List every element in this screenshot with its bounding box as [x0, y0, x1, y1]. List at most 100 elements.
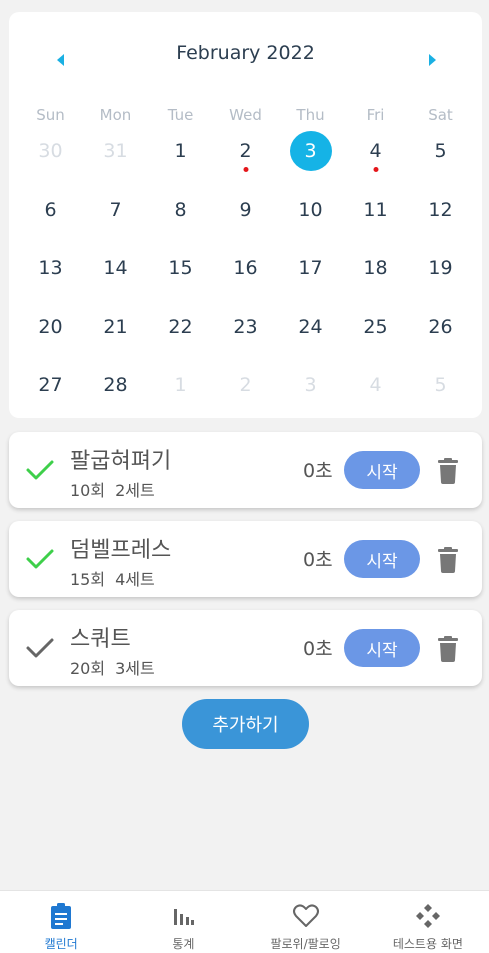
calendar-day-number: 3 [304, 140, 317, 163]
calendar-day-number: 17 [298, 257, 323, 280]
workout-name: 스쿼트 [70, 627, 131, 652]
calendar-day[interactable]: 8 [148, 181, 213, 240]
workout-meta: 20회 3세트 [70, 655, 155, 679]
calendar-day[interactable]: 15 [148, 239, 213, 298]
workout-name: 팔굽혀펴기 [70, 449, 172, 474]
trash-icon[interactable] [437, 547, 459, 573]
calendar-day-number: 18 [363, 257, 388, 280]
calendar-day-number: 15 [168, 257, 193, 280]
calendar-day-number: 3 [304, 374, 317, 397]
add-workout-button[interactable]: 추가하기 [182, 699, 309, 749]
nav-item-follow[interactable]: 팔로위/팔로잉 [245, 891, 367, 953]
calendar-day-number: 7 [109, 198, 122, 221]
nav-item-calendar[interactable]: 캘린더 [0, 891, 122, 953]
calendar-day-number: 4 [369, 140, 382, 163]
workout-card[interactable]: 덤벨프레스 15회 4세트 0초 시작 [9, 521, 482, 597]
workout-card[interactable]: 스쿼트 20회 3세트 0초 시작 [9, 610, 482, 686]
calendar-day[interactable]: 25 [343, 298, 408, 357]
calendar-day-number: 5 [434, 140, 447, 163]
diamond-cluster-icon [415, 904, 440, 928]
start-button[interactable]: 시작 [344, 629, 420, 667]
calendar-day-number: 6 [44, 198, 57, 221]
calendar-day[interactable]: 5 [408, 122, 473, 181]
workout-sets: 2세트 [115, 481, 155, 500]
calendar-day-number: 24 [298, 315, 323, 338]
calendar-day[interactable]: 30 [18, 122, 83, 181]
calendar-day[interactable]: 21 [83, 298, 148, 357]
trash-icon[interactable] [437, 458, 459, 484]
calendar-day[interactable]: 26 [408, 298, 473, 357]
calendar-day-number: 2 [239, 374, 252, 397]
calendar-day[interactable]: 13 [18, 239, 83, 298]
calendar-day[interactable]: 22 [148, 298, 213, 357]
event-dot-icon [243, 167, 248, 172]
month-title: February 2022 [176, 42, 315, 64]
calendar-day[interactable]: 2 [213, 356, 278, 415]
calendar-day[interactable]: 4 [343, 356, 408, 415]
calendar-day-number: 22 [168, 315, 193, 338]
nav-label: 통계 [172, 937, 195, 951]
calendar-day[interactable]: 2 [213, 122, 278, 181]
calendar-day-number: 27 [38, 374, 63, 397]
calendar-day-number: 4 [369, 374, 382, 397]
calendar-day-number: 9 [239, 198, 252, 221]
check-icon[interactable] [25, 547, 55, 571]
check-icon[interactable] [25, 458, 55, 482]
calendar-day[interactable]: 18 [343, 239, 408, 298]
calendar-day-number: 2 [239, 140, 252, 163]
check-icon[interactable] [25, 636, 55, 660]
workout-name: 덤벨프레스 [70, 538, 172, 563]
calendar-day-number: 16 [233, 257, 258, 280]
calendar-day[interactable]: 16 [213, 239, 278, 298]
calendar-day[interactable]: 12 [408, 181, 473, 240]
calendar-day[interactable]: 11 [343, 181, 408, 240]
workout-sets: 4세트 [115, 570, 155, 589]
bottom-nav: 캘린더 통계 팔로위/팔로잉 테스트용 화면 [0, 890, 489, 953]
calendar-day[interactable]: 7 [83, 181, 148, 240]
workout-meta: 10회 2세트 [70, 477, 155, 501]
calendar-day-selected[interactable]: 3 [278, 122, 343, 181]
calendar-day[interactable]: 28 [83, 356, 148, 415]
calendar-day-number: 8 [174, 198, 187, 221]
calendar-day[interactable]: 3 [278, 356, 343, 415]
calendar-day[interactable]: 24 [278, 298, 343, 357]
calendar-card: February 2022 Sun Mon Tue Wed Thu Fri Sa… [9, 12, 482, 418]
next-month-arrow-icon[interactable] [429, 54, 436, 66]
calendar-day-number: 10 [298, 198, 323, 221]
calendar-day[interactable]: 9 [213, 181, 278, 240]
calendar-day[interactable]: 6 [18, 181, 83, 240]
start-button[interactable]: 시작 [344, 451, 420, 489]
calendar-day[interactable]: 17 [278, 239, 343, 298]
workout-card[interactable]: 팔굽혀펴기 10회 2세트 0초 시작 [9, 432, 482, 508]
clipboard-icon [51, 903, 72, 929]
calendar-day[interactable]: 19 [408, 239, 473, 298]
calendar-days-grid: 30 31 1 2 3 4 5 6 7 8 9 10 11 12 13 14 15 16 17 18 19 20 21 22 2… [18, 122, 473, 415]
calendar-day-number: 28 [103, 374, 128, 397]
bar-chart-icon [174, 909, 195, 925]
workout-reps: 15회 [70, 570, 106, 589]
calendar-day-number: 21 [103, 315, 128, 338]
workout-time: 0초 [303, 549, 333, 571]
calendar-day[interactable]: 27 [18, 356, 83, 415]
calendar-day[interactable]: 10 [278, 181, 343, 240]
workout-meta: 15회 4세트 [70, 566, 155, 590]
nav-label: 팔로위/팔로잉 [270, 937, 341, 951]
calendar-day[interactable]: 23 [213, 298, 278, 357]
calendar-day-number: 20 [38, 315, 63, 338]
calendar-day[interactable]: 4 [343, 122, 408, 181]
workout-reps: 10회 [70, 481, 106, 500]
trash-icon[interactable] [437, 636, 459, 662]
calendar-day[interactable]: 1 [148, 122, 213, 181]
calendar-day[interactable]: 14 [83, 239, 148, 298]
calendar-day[interactable]: 1 [148, 356, 213, 415]
calendar-day[interactable]: 20 [18, 298, 83, 357]
calendar-day-number: 30 [38, 140, 63, 163]
calendar-day-number: 26 [428, 315, 453, 338]
nav-item-stats[interactable]: 통계 [122, 891, 244, 953]
calendar-day[interactable]: 5 [408, 356, 473, 415]
calendar-day[interactable]: 31 [83, 122, 148, 181]
calendar-day-number: 1 [174, 140, 187, 163]
start-button[interactable]: 시작 [344, 540, 420, 578]
calendar-day-number: 13 [38, 257, 63, 280]
nav-item-test-screen[interactable]: 테스트용 화면 [367, 891, 489, 953]
